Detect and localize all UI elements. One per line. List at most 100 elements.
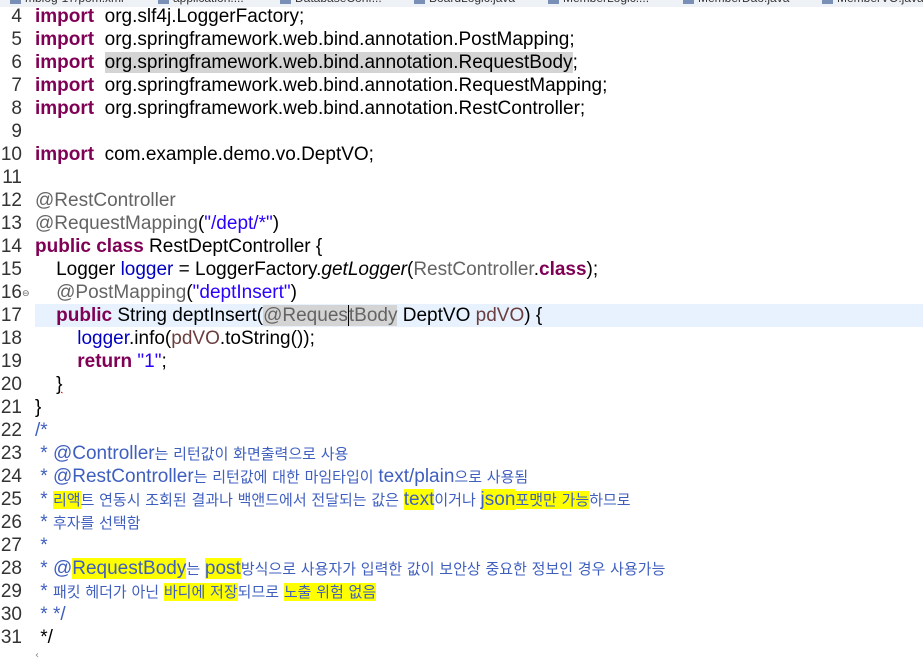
code-token: * @RestController [35,466,194,487]
code-token: 후자를 선택함 [52,514,141,532]
file-icon [158,0,169,4]
file-icon [280,0,291,4]
code-token: ) [272,213,280,234]
code-line[interactable]: 21} [0,396,923,419]
code-line[interactable]: 27 * [0,534,923,557]
code-token: json [480,489,516,510]
code-line[interactable]: 23 * @Controller는 리턴값이 화면출력으로 사용 [0,442,923,465]
code-text: @PostMapping("deptInsert") [35,281,923,304]
line-number: 14 [0,236,22,257]
code-text: public class RestDeptController { [35,235,923,258]
code-token: * @Controller [35,443,155,464]
code-token: RestController [413,259,534,280]
code-token: } [35,397,42,418]
code-line[interactable]: 29 * 패킷 헤더가 아닌 바디에 저장되므로 노출 위험 없음 [0,580,923,603]
line-number: 4 [11,6,22,27]
code-token: ) [290,282,297,303]
code-line[interactable]: 6 import org.springframework.web.bind.ann… [0,51,923,74]
code-line[interactable]: 17 public String deptInsert(@RequestBody… [0,304,923,327]
code-line[interactable]: 22 /* [0,419,923,442]
code-token: public [56,305,113,326]
code-token: ; [161,351,167,372]
code-line[interactable]: 15 Logger logger = LoggerFactory.getLogg… [0,258,923,281]
file-icon [822,0,833,4]
code-text: import org.springframework.web.bind.anno… [35,74,923,97]
horizontal-scroll-indicator[interactable]: ‹ [35,650,55,661]
code-token: org.springframework.web.bind.annotation.… [94,75,608,96]
code-line[interactable]: 20 } [0,373,923,396]
code-text: * 리액트 연동시 조회된 결과나 백앤드에서 전달되는 값은 text이거나 … [35,488,923,512]
code-token: import [35,29,95,50]
code-line[interactable]: 11 [0,166,923,189]
code-line[interactable]: 16 ⊖ @PostMapping("deptInsert") [0,281,923,304]
code-text: */ [35,626,923,649]
code-token: import [35,98,95,119]
code-line[interactable]: 18 logger.info(pdVO.toString()); [0,327,923,350]
code-text: * @RestController는 리턴값에 대한 마임타입이 text/pl… [35,465,923,489]
code-line[interactable]: 13 @RequestMapping("/dept/*") [0,212,923,235]
code-token: 으로 사용됨 [454,468,529,486]
line-number: 29 [0,581,22,602]
code-line[interactable]: 31 */ [0,626,923,649]
code-token: String deptInsert( [112,305,264,326]
code-token: 이거나 [434,491,481,509]
code-token: * [35,581,53,602]
code-line[interactable]: 26 * 후자를 선택함 [0,511,923,534]
code-token: * [35,512,53,533]
code-line[interactable]: 5 import org.springframework.web.bind.ann… [0,28,923,51]
code-token: @PostMapping [56,282,187,303]
line-number: 25 [0,489,22,510]
code-token: * [35,535,48,556]
code-text: import org.springframework.web.bind.anno… [35,51,923,74]
line-number: 11 [2,167,22,188]
code-line[interactable]: 24 * @RestController는 리턴값에 대한 마임타입이 text… [0,465,923,488]
code-token: org.springframework.web.bind.annotation.… [104,52,573,73]
code-text: * @RequestBody는 post방식으로 사용자가 입력한 값이 보안상… [35,557,923,581]
code-text: import org.springframework.web.bind.anno… [35,97,923,120]
line-number: 18 [0,328,22,349]
code-text: logger.info(pdVO.toString()); [35,327,923,350]
code-token: * @ [35,558,73,579]
code-line[interactable]: 30 * */ [0,603,923,626]
code-token: 는 리턴값이 화면출력으로 사용 [154,445,349,463]
code-token: @Reques [263,305,348,326]
file-icon [548,0,559,4]
code-token: import [35,6,95,27]
code-text: public String deptInsert(@RequestBody De… [35,304,923,327]
line-number: 13 [0,213,22,234]
line-number: 9 [11,121,22,142]
code-text: import com.example.demo.vo.DeptVO; [35,143,923,166]
code-text: return "1"; [35,350,923,373]
code-token: class [96,236,144,257]
code-line[interactable]: 19 return "1"; [0,350,923,373]
code-line[interactable]: 12 @RestController [0,189,923,212]
code-token: "/dept/*" [204,213,273,234]
code-text: import org.springframework.web.bind.anno… [35,28,923,51]
code-line[interactable]: 4 import org.slf4j.LoggerFactory; [0,5,923,28]
code-text: * 패킷 헤더가 아닌 바디에 저장되므로 노출 위험 없음 [35,580,923,604]
code-token: 는 [186,560,205,578]
line-number: 21 [0,397,22,418]
code-token: class [539,259,587,280]
code-line[interactable]: 7 import org.springframework.web.bind.ann… [0,74,923,97]
code-text: /* [35,419,923,442]
code-line[interactable]: 14 public class RestDeptController { [0,235,923,258]
code-token: ; [572,52,578,73]
code-line[interactable]: 28 * @RequestBody는 post방식으로 사용자가 입력한 값이 … [0,557,923,580]
line-number: 8 [11,98,22,119]
code-token: * [35,489,53,510]
code-line[interactable]: 25 * 리액트 연동시 조회된 결과나 백앤드에서 전달되는 값은 text이… [0,488,923,511]
line-number: 12 [0,190,22,211]
code-line[interactable]: 9 [0,120,923,143]
code-line[interactable]: 8 import org.springframework.web.bind.ann… [0,97,923,120]
code-line[interactable]: 10 import com.example.demo.vo.DeptVO; [0,143,923,166]
file-icon [414,0,425,4]
code-token: */ [35,627,53,648]
fold-toggle-icon[interactable]: ⊖ [22,283,30,306]
code-token: RequestBody [72,558,187,579]
